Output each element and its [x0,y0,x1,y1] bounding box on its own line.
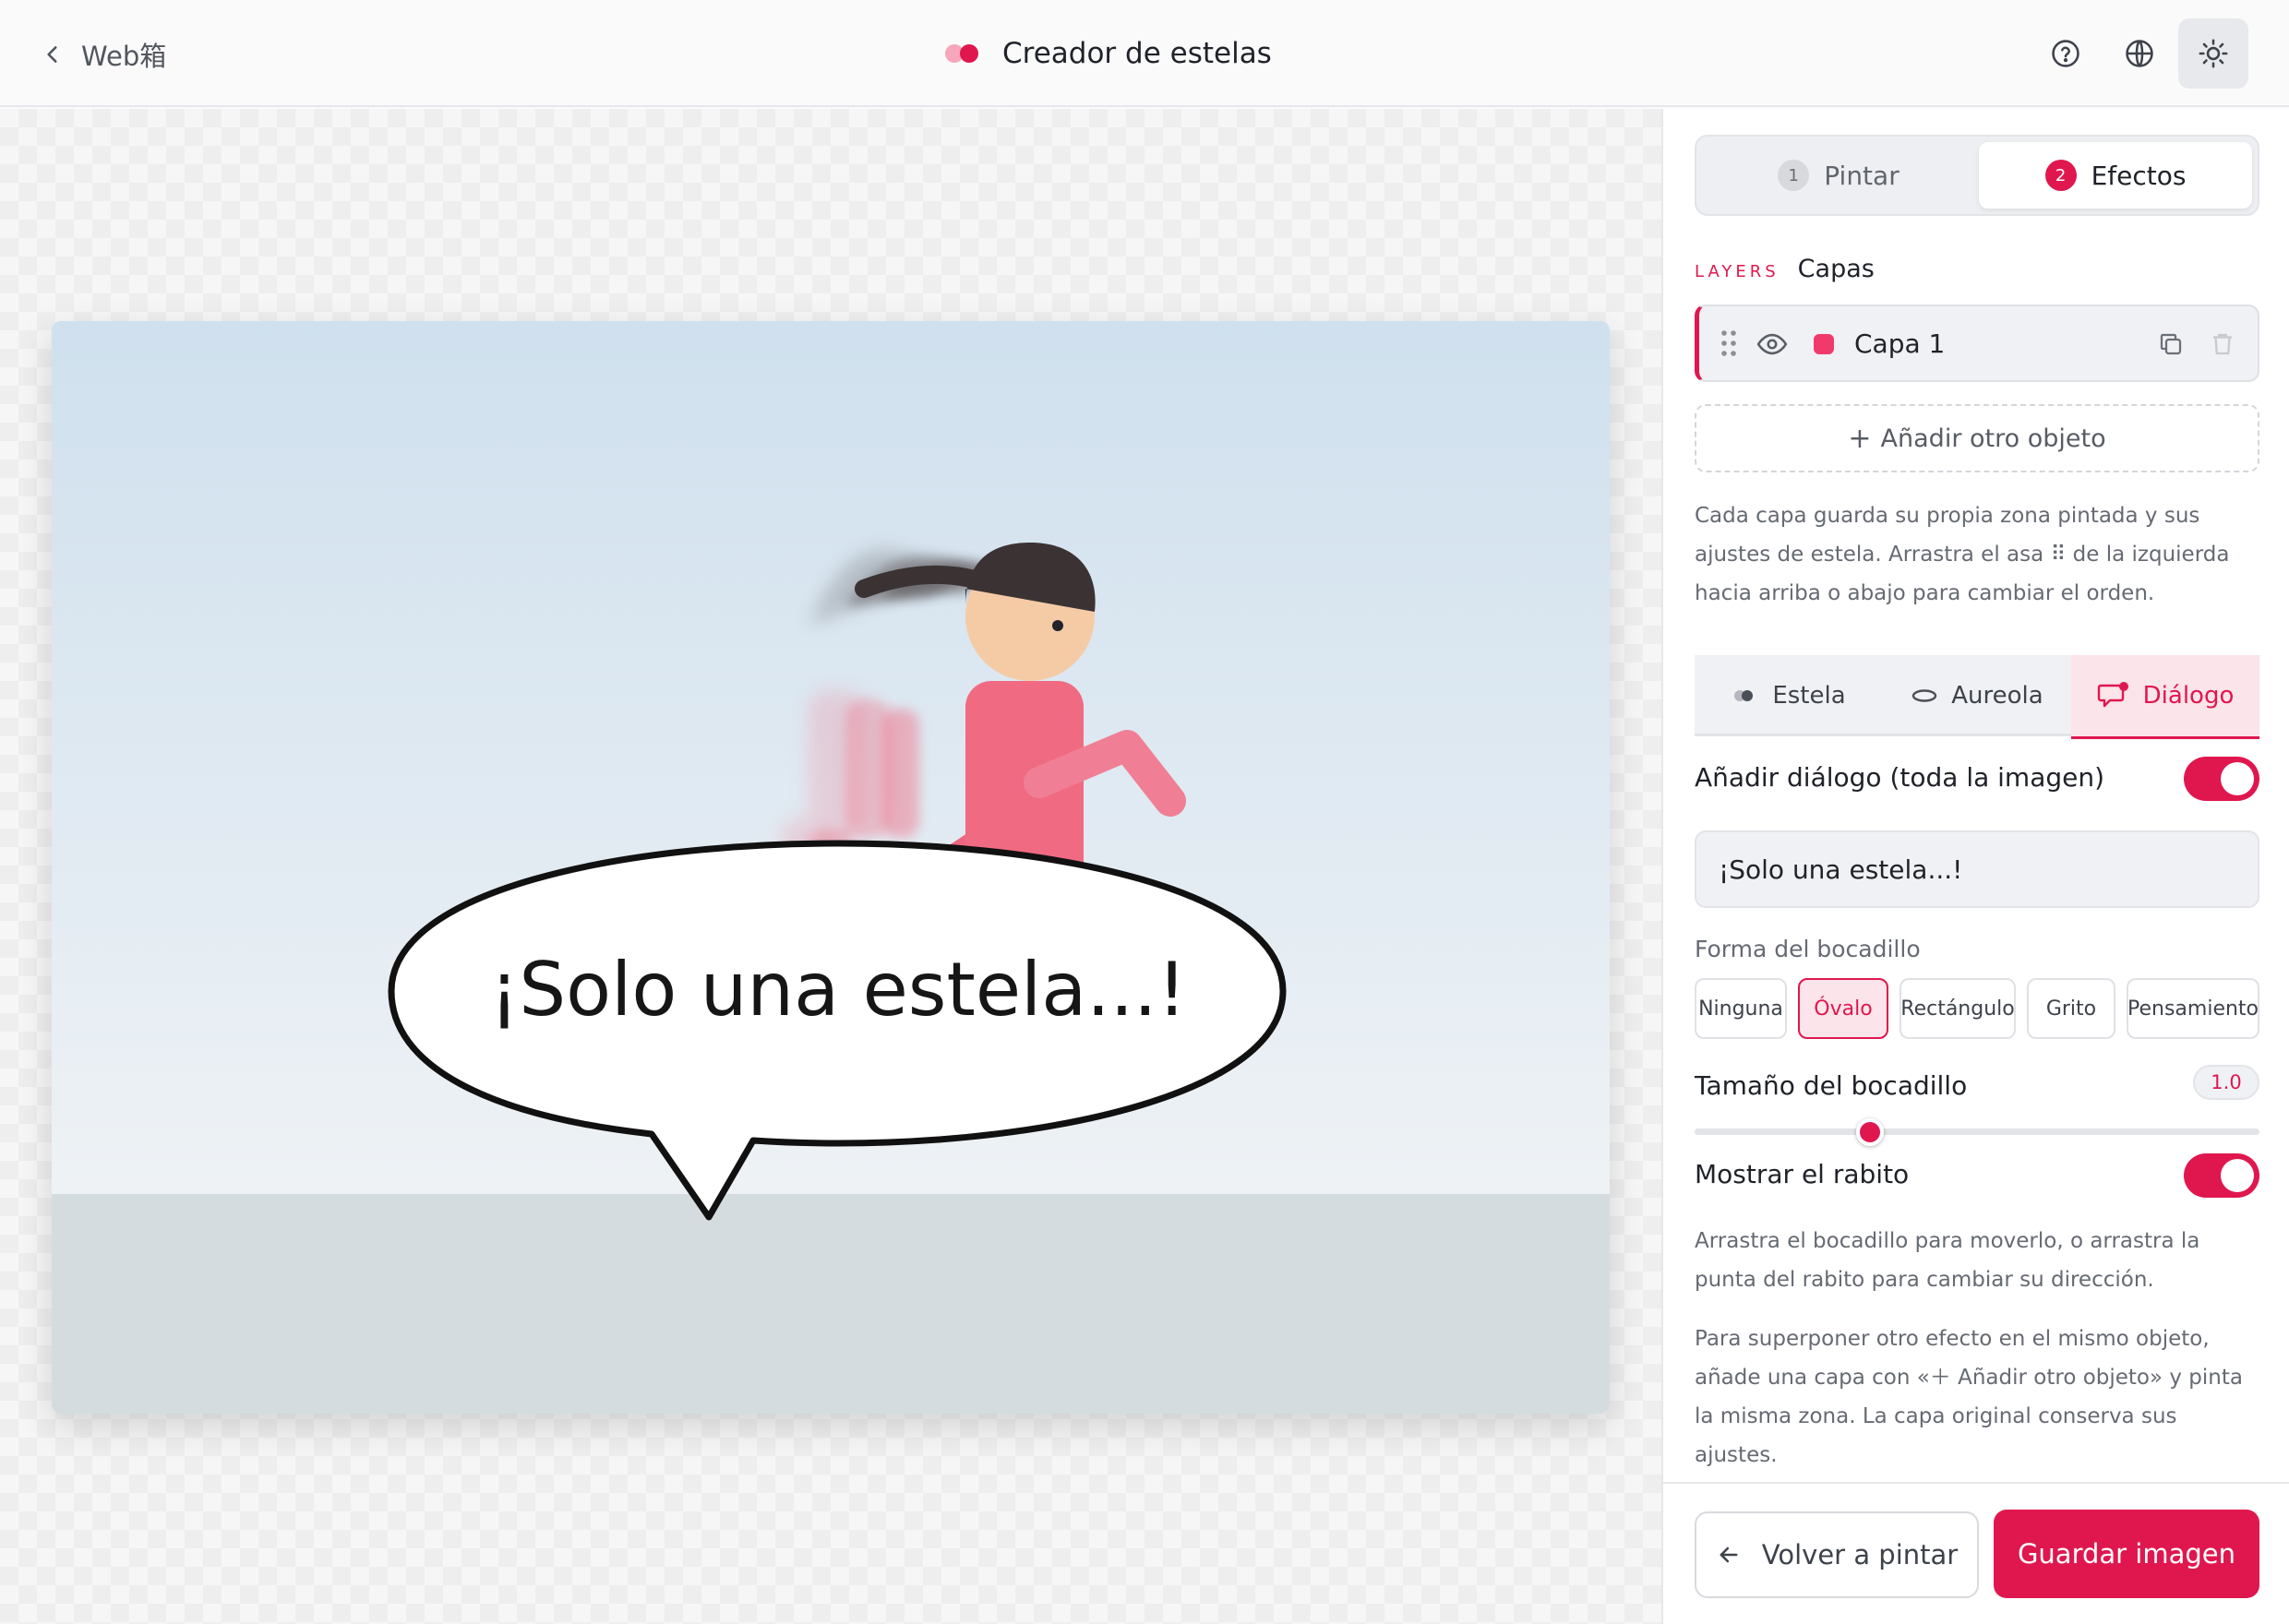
toggle-knob [2221,1159,2254,1192]
toggle-knob [2221,762,2254,795]
slider-thumb[interactable] [1855,1118,1884,1146]
arrow-left-icon [1720,1546,1738,1563]
back-to-paint-label: Volver a pintar [1761,1539,1959,1570]
chevron-left-icon [47,46,57,63]
language-button[interactable] [2104,18,2175,89]
show-tail-toggle[interactable] [2184,1153,2259,1198]
step-number-badge: 2 [2044,160,2077,191]
app-title: Creador de estelas [945,28,1272,79]
theme-toggle-button[interactable] [2178,18,2248,89]
tab-dialogo[interactable]: Diálogo [2071,655,2259,739]
layer-name: Capa 1 [1854,328,1946,359]
shape-option-label: Óvalo [1814,997,1873,1021]
tab-label: Diálogo [2142,682,2235,710]
canvas-area: ¡Solo una estela...! [0,109,1661,1624]
layers-heading: LAYERS Capas [1695,255,1875,283]
help-button[interactable] [2031,18,2101,89]
layers-help-text: Cada capa guarda su propia zona pintada … [1695,504,2230,605]
halo-icon [1912,689,1937,702]
shape-option-label: Grito [2045,997,2097,1021]
shape-option-pensamiento[interactable]: Pensamiento [2127,978,2259,1039]
trash-icon[interactable] [2209,330,2236,358]
trail-icon [1734,690,1754,701]
layers-tag: LAYERS [1695,262,1780,281]
effects-panel: 1 Pintar 2 Efectos LAYERS Capas Capa 1 +… [1661,109,2289,1624]
shape-option-ovalo[interactable]: Óvalo [1798,978,1888,1039]
dialog-text-value: ¡Solo una estela...! [1719,854,1963,885]
step-paint-tab[interactable]: 1 Pintar [1702,142,1975,209]
step-number-badge: 1 [1778,160,1810,191]
back-to-paint-button[interactable]: Volver a pintar [1695,1511,1979,1598]
add-dialog-label: Añadir diálogo (toda la imagen) [1695,762,2105,793]
plus-icon: + [1848,422,1872,455]
drag-help-text: Arrastra el bocadillo para moverlo, o ar… [1695,1229,2200,1292]
bubble-size-value: 1.0 [2193,1065,2259,1100]
shape-option-rectangulo[interactable]: Rectángulo [1900,978,2016,1039]
tab-aureola[interactable]: Aureola [1883,655,2071,736]
tab-label: Aureola [1951,682,2043,710]
app-title-text: Creador de estelas [1002,37,1272,70]
save-image-label: Guardar imagen [2017,1538,2236,1570]
bubble-shape-label: Forma del bocadillo [1695,936,1921,962]
ground [52,1194,1610,1414]
shape-option-label: Ninguna [1698,997,1783,1021]
speech-bubble-text: ¡Solo una estela...! [489,947,1186,1033]
drag-handle-icon[interactable] [1720,328,1738,358]
preview-image[interactable]: ¡Solo una estela...! [52,321,1610,1414]
back-link-label: Web箱 [81,41,167,72]
add-object-label: Añadir otro objeto [1880,424,2106,453]
eye-icon[interactable] [1756,330,1788,358]
effect-tabs: Estela Aureola Diálogo [1695,655,2259,739]
speech-bubble-icon [2097,682,2128,708]
bubble-size-slider[interactable] [1695,1118,2259,1146]
shape-option-ninguna[interactable]: Ninguna [1695,978,1787,1039]
panel-footer: Volver a pintar Guardar imagen [1663,1482,2289,1624]
shape-option-grito[interactable]: Grito [2027,978,2115,1039]
tab-label: Estela [1772,682,1846,710]
step-label: Pintar [1824,160,1900,191]
shape-option-label: Pensamiento [2127,997,2259,1021]
layer-color-swatch [1814,334,1834,354]
step-effects-tab[interactable]: 2 Efectos [1979,142,2252,209]
app-logo-icon [945,44,982,63]
back-link[interactable]: Web箱 [41,31,166,78]
add-dialog-toggle[interactable] [2184,757,2259,801]
dialog-text-input[interactable]: ¡Solo una estela...! [1695,830,2259,908]
globe-icon [2126,40,2153,67]
overlay-help-text: Para superponer otro efecto en el mismo … [1695,1327,2243,1467]
top-bar: Web箱 Creador de estelas [0,0,2289,107]
sun-icon [2199,39,2228,68]
shape-option-label: Rectángulo [1900,997,2015,1021]
slider-fill [1695,1128,1870,1135]
show-tail-label: Mostrar el rabito [1695,1159,1910,1189]
tab-estela[interactable]: Estela [1695,655,1883,736]
bubble-size-label: Tamaño del bocadillo [1695,1070,1968,1101]
help-circle-icon [2052,40,2079,67]
layer-row[interactable]: Capa 1 [1695,304,2259,382]
add-object-button[interactable]: + Añadir otro objeto [1695,404,2259,472]
step-label: Efectos [2091,160,2187,191]
preview-illustration: ¡Solo una estela...! [52,321,1610,1414]
save-image-button[interactable]: Guardar imagen [1994,1510,2259,1598]
step-switcher: 1 Pintar 2 Efectos [1695,135,2259,216]
duplicate-icon[interactable] [2157,330,2185,358]
layers-title: Capas [1797,255,1875,283]
